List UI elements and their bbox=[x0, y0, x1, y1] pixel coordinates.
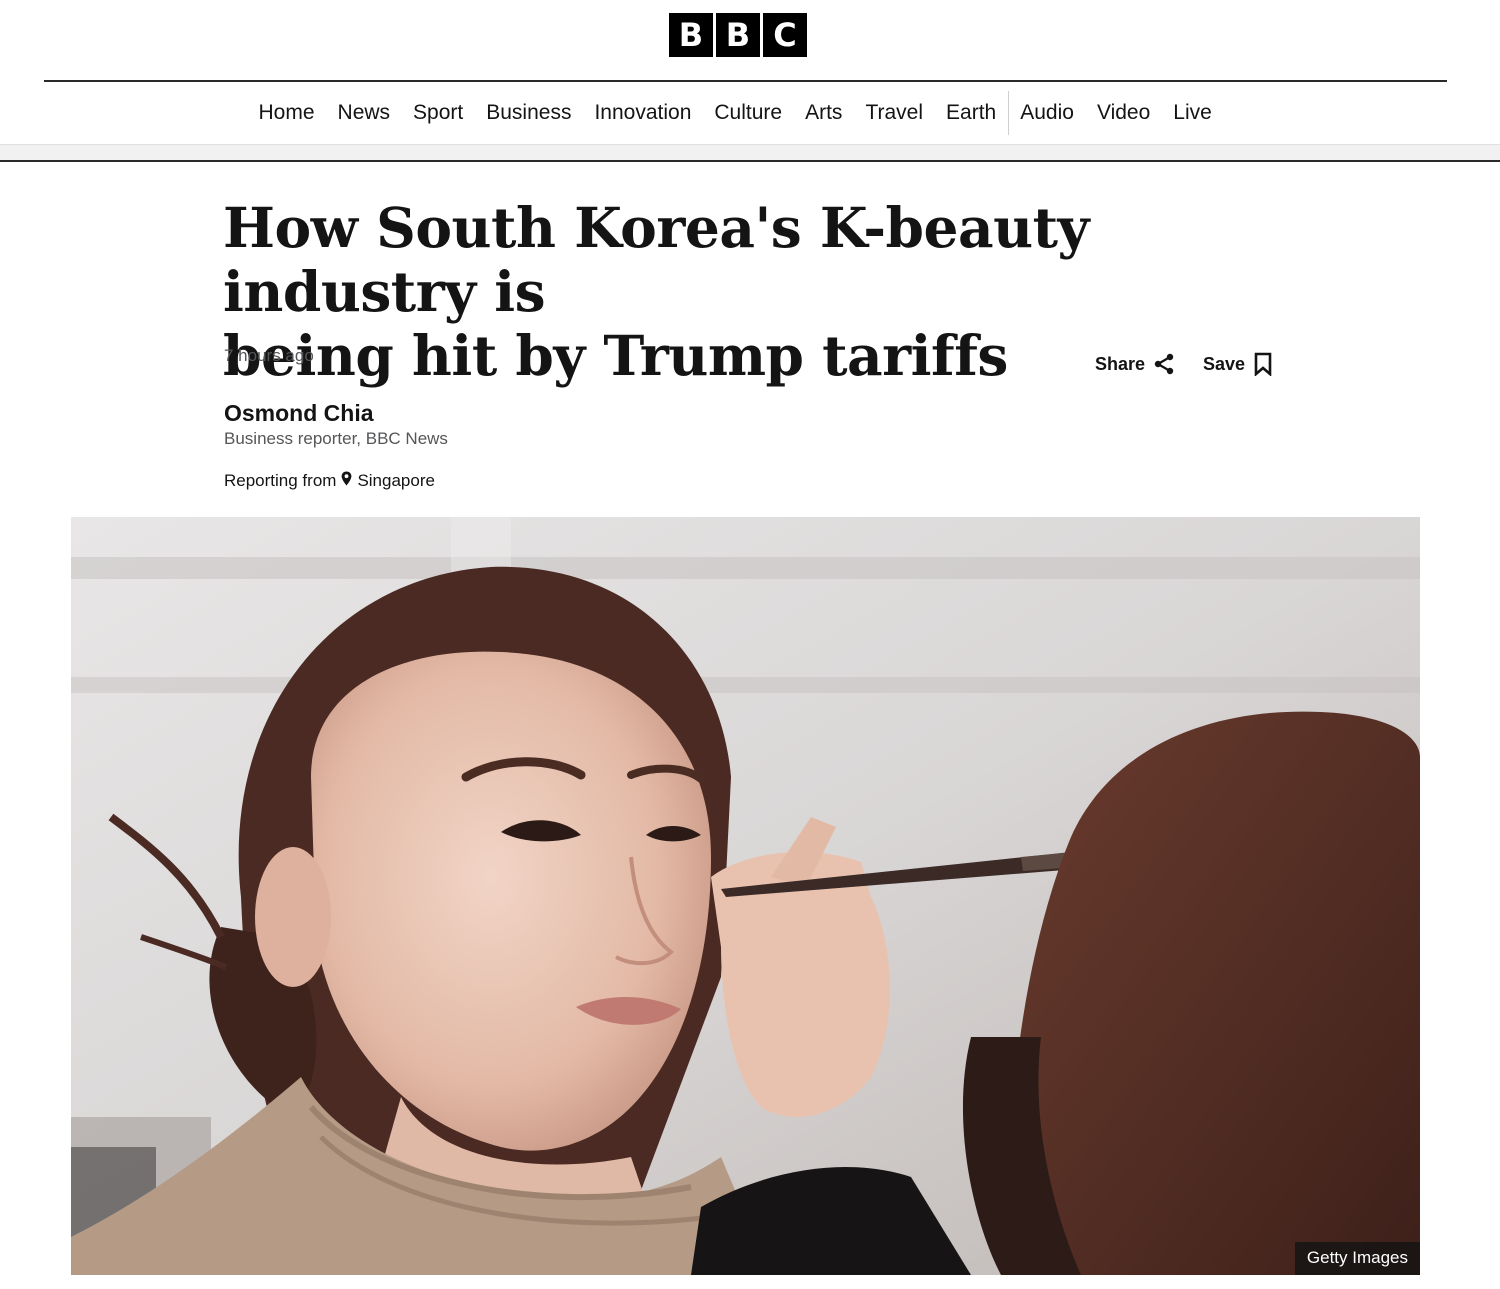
article-actions: Share Save bbox=[1095, 352, 1273, 376]
nav-item-travel[interactable]: Travel bbox=[854, 82, 935, 144]
image-credit: Getty Images bbox=[1294, 1242, 1420, 1275]
headline-line-2: being hit by Trump tariffs bbox=[223, 323, 1008, 388]
nav-item-arts[interactable]: Arts bbox=[794, 82, 854, 144]
headline-line-1: How South Korea's K-beauty industry is bbox=[223, 195, 1089, 324]
nav-item-earth[interactable]: Earth bbox=[935, 82, 1008, 144]
bbc-logo-letter: B bbox=[716, 13, 760, 57]
nav-item-audio[interactable]: Audio bbox=[1009, 82, 1086, 144]
nav-item-innovation[interactable]: Innovation bbox=[583, 82, 703, 144]
masthead: B B C bbox=[0, 0, 1500, 82]
hero-photo bbox=[71, 517, 1420, 1275]
nav-item-live[interactable]: Live bbox=[1162, 82, 1224, 144]
nav-item-video[interactable]: Video bbox=[1085, 82, 1161, 144]
nav-subbar bbox=[0, 144, 1500, 160]
reporting-location: Reporting from Singapore bbox=[224, 471, 435, 491]
nav-item-culture[interactable]: Culture bbox=[703, 82, 794, 144]
nav-item-sport[interactable]: Sport bbox=[402, 82, 475, 144]
location-pin-icon bbox=[341, 471, 352, 491]
author-role: Business reporter, BBC News bbox=[224, 429, 448, 448]
bookmark-icon bbox=[1253, 352, 1273, 376]
bbc-logo-letter: B bbox=[669, 13, 713, 57]
author-name[interactable]: Osmond Chia bbox=[224, 400, 374, 427]
share-icon bbox=[1153, 353, 1175, 375]
bbc-logo-letter: C bbox=[763, 13, 807, 57]
nav-list: Home News Sport Business Innovation Cult… bbox=[247, 82, 1223, 144]
save-label: Save bbox=[1203, 353, 1246, 374]
reporting-location-name: Singapore bbox=[357, 471, 435, 490]
save-button[interactable]: Save bbox=[1203, 352, 1273, 376]
reporting-prefix: Reporting from bbox=[224, 471, 337, 490]
hero-image: Getty Images bbox=[71, 517, 1420, 1275]
nav-item-news[interactable]: News bbox=[326, 82, 402, 144]
article-timestamp: 7 hours ago bbox=[224, 346, 314, 365]
nav-item-business[interactable]: Business bbox=[475, 82, 583, 144]
nav-item-home[interactable]: Home bbox=[247, 82, 326, 144]
main-nav: Home News Sport Business Innovation Cult… bbox=[0, 82, 1500, 144]
bbc-logo[interactable]: B B C bbox=[669, 13, 807, 57]
content-divider bbox=[0, 160, 1500, 162]
share-label: Share bbox=[1095, 353, 1146, 374]
share-button[interactable]: Share bbox=[1095, 353, 1175, 375]
